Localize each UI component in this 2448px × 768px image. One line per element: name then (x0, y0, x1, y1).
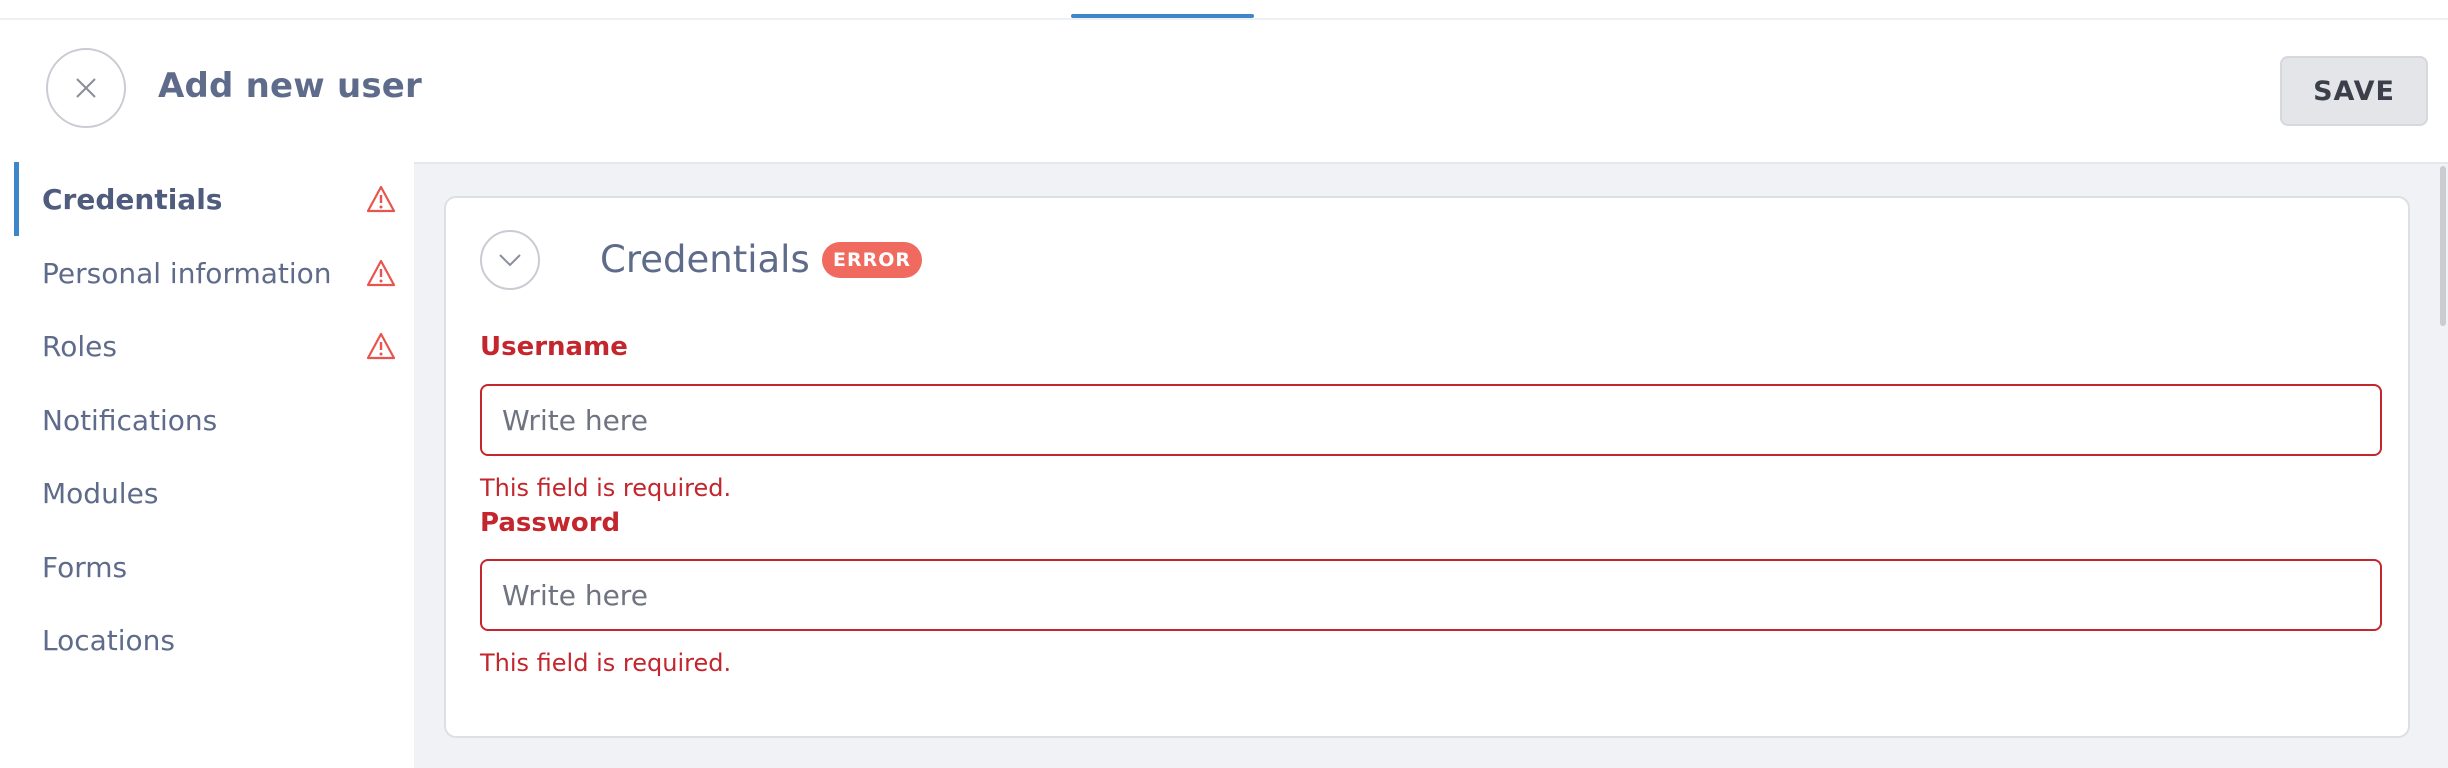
sidebar-item-label: Personal information (42, 256, 332, 290)
sidebar-item-notifications[interactable]: Notifications (14, 383, 414, 457)
add-user-page: Add new user SAVE Credentials Personal i… (0, 0, 2448, 768)
active-item-indicator (14, 162, 19, 236)
save-button[interactable]: SAVE (2280, 56, 2428, 126)
page-title: Add new user (158, 66, 423, 106)
password-label: Password (480, 508, 621, 538)
sidebar-item-modules[interactable]: Modules (14, 456, 414, 530)
username-error-message: This field is required. (480, 474, 732, 502)
close-button[interactable] (46, 48, 126, 128)
top-tab-strip (0, 0, 2448, 20)
sidebar-item-roles[interactable]: Roles (14, 309, 414, 383)
sidebar-item-label: Forms (42, 550, 128, 584)
sidebar-item-personal-information[interactable]: Personal information (14, 236, 414, 310)
section-title: Credentials (600, 238, 810, 281)
sidebar-item-label: Credentials (42, 182, 223, 216)
warning-triangle-icon (366, 332, 396, 360)
sidebar: Credentials Personal information Roles N… (0, 162, 414, 768)
sidebar-item-locations[interactable]: Locations (14, 603, 414, 677)
page-header: Add new user SAVE (0, 20, 2448, 162)
chevron-down-icon (499, 254, 521, 267)
sidebar-item-label: Notifications (42, 403, 218, 437)
sidebar-item-credentials[interactable]: Credentials (14, 162, 414, 236)
warning-triangle-icon (366, 185, 396, 213)
close-icon (76, 78, 96, 98)
credentials-section-card: Credentials ERROR Username This field is… (444, 196, 2410, 738)
error-badge: ERROR (822, 242, 923, 278)
username-label: Username (480, 332, 628, 362)
scrollbar[interactable] (2440, 166, 2446, 326)
sidebar-item-forms[interactable]: Forms (14, 530, 414, 604)
username-input[interactable] (480, 384, 2382, 456)
collapse-section-button[interactable] (480, 230, 540, 290)
active-tab-indicator (1071, 14, 1254, 18)
sidebar-item-label: Modules (42, 476, 159, 510)
password-input[interactable] (480, 559, 2382, 631)
sidebar-item-label: Roles (42, 329, 117, 363)
main-content: Credentials ERROR Username This field is… (414, 162, 2448, 768)
password-error-message: This field is required. (480, 649, 732, 677)
warning-triangle-icon (366, 259, 396, 287)
sidebar-item-label: Locations (42, 623, 176, 657)
